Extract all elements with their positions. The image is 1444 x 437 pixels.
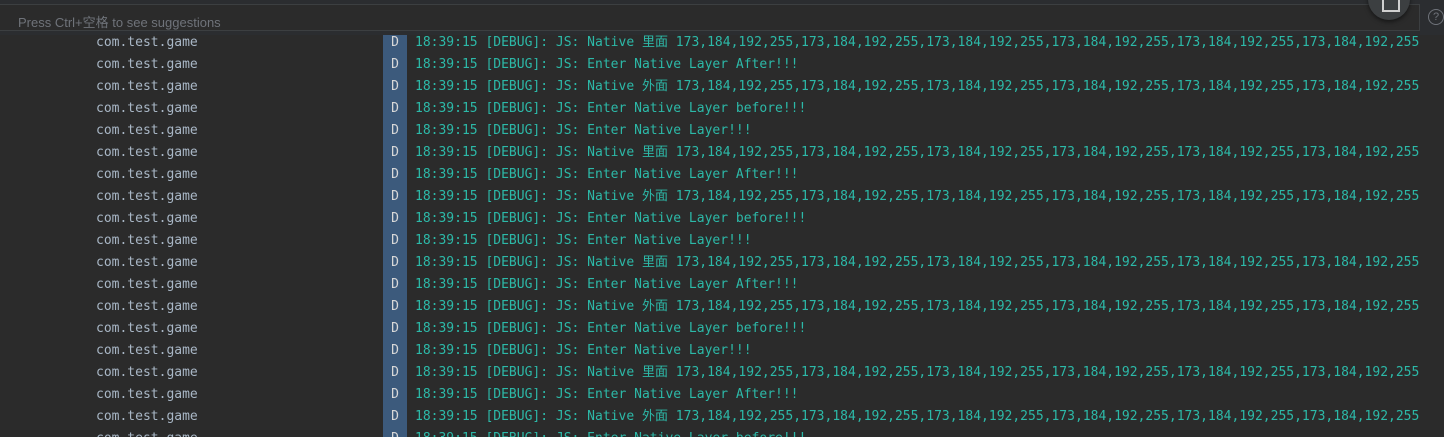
log-row[interactable]: com.test.game D 18:39:15 [DEBUG]: JS: Nati… bbox=[0, 252, 1444, 274]
log-row[interactable]: com.test.game D 18:39:15 [DEBUG]: JS: Ente… bbox=[0, 54, 1444, 76]
log-level: D bbox=[391, 57, 399, 72]
log-row[interactable]: com.test.game D 18:39:15 [DEBUG]: JS: Ente… bbox=[0, 384, 1444, 406]
help-icon[interactable]: ? bbox=[1428, 9, 1444, 25]
log-level: D bbox=[391, 189, 399, 204]
log-level: D bbox=[391, 299, 399, 314]
log-row[interactable]: com.test.game D 18:39:15 [DEBUG]: JS: Nati… bbox=[0, 362, 1444, 384]
log-package: com.test.game bbox=[96, 189, 198, 204]
log-message: 18:39:15 [DEBUG]: JS: Enter Native Layer… bbox=[415, 57, 799, 72]
log-level: D bbox=[391, 365, 399, 380]
log-package: com.test.game bbox=[96, 299, 198, 314]
log-message: 18:39:15 [DEBUG]: JS: Native 外面 173,184,… bbox=[415, 79, 1420, 94]
log-row[interactable]: com.test.game D 18:39:15 [DEBUG]: JS: Ente… bbox=[0, 98, 1444, 120]
log-package: com.test.game bbox=[96, 35, 198, 50]
log-package: com.test.game bbox=[96, 255, 198, 270]
log-message: 18:39:15 [DEBUG]: JS: Native 里面 173,184,… bbox=[415, 255, 1420, 270]
log-message: 18:39:15 [DEBUG]: JS: Native 里面 173,184,… bbox=[415, 35, 1420, 50]
log-message: 18:39:15 [DEBUG]: JS: Enter Native Layer… bbox=[415, 101, 807, 116]
log-level: D bbox=[391, 343, 399, 358]
log-level: D bbox=[391, 101, 399, 116]
log-message: 18:39:15 [DEBUG]: JS: Enter Native Layer… bbox=[415, 123, 752, 138]
log-level: D bbox=[391, 145, 399, 160]
log-level: D bbox=[391, 211, 399, 226]
log-message: 18:39:15 [DEBUG]: JS: Enter Native Layer… bbox=[415, 277, 799, 292]
log-package: com.test.game bbox=[96, 277, 198, 292]
log-level: D bbox=[391, 409, 399, 424]
log-package: com.test.game bbox=[96, 365, 198, 380]
log-package: com.test.game bbox=[96, 428, 198, 437]
log-package: com.test.game bbox=[96, 79, 198, 94]
log-package: com.test.game bbox=[96, 211, 198, 226]
log-level: D bbox=[391, 387, 399, 402]
log-message: 18:39:15 [DEBUG]: JS: Native 外面 173,184,… bbox=[415, 189, 1420, 204]
filter-field-frame bbox=[0, 4, 1420, 34]
log-level: D bbox=[391, 123, 399, 138]
log-level: D bbox=[391, 255, 399, 270]
log-message: 18:39:15 [DEBUG]: JS: Enter Native Layer… bbox=[415, 343, 752, 358]
log-message: 18:39:15 [DEBUG]: JS: Enter Native Layer… bbox=[415, 321, 807, 336]
log-message: 18:39:15 [DEBUG]: JS: Native 外面 173,184,… bbox=[415, 299, 1420, 314]
log-row[interactable]: com.test.game D 18:39:15 [DEBUG]: JS: Ente… bbox=[0, 164, 1444, 186]
save-icon bbox=[1382, 0, 1400, 12]
log-row[interactable]: com.test.game D 18:39:15 [DEBUG]: JS: Ente… bbox=[0, 340, 1444, 362]
log-row[interactable]: com.test.game D 18:39:15 [DEBUG]: JS: Ente… bbox=[0, 230, 1444, 252]
log-level: D bbox=[391, 233, 399, 248]
log-level: D bbox=[391, 35, 399, 50]
log-level: D bbox=[391, 167, 399, 182]
log-row[interactable]: com.test.game D 18:39:15 [DEBUG]: JS: Nati… bbox=[0, 186, 1444, 208]
log-package: com.test.game bbox=[96, 101, 198, 116]
log-level: D bbox=[391, 277, 399, 292]
log-message: 18:39:15 [DEBUG]: JS: Native 里面 173,184,… bbox=[415, 365, 1420, 380]
log-row[interactable]: com.test.game D 18:39:15 [DEBUG]: JS: Ente… bbox=[0, 120, 1444, 142]
log-level: D bbox=[391, 321, 399, 336]
log-row[interactable]: com.test.game D 18:39:15 [DEBUG]: JS: Ente… bbox=[0, 318, 1444, 340]
log-row[interactable]: com.test.game D 18:39:15 [DEBUG]: JS: Nati… bbox=[0, 76, 1444, 98]
log-package: com.test.game bbox=[96, 343, 198, 358]
log-row[interactable]: com.test.game D 18:39:15 [DEBUG]: JS: Ente… bbox=[0, 274, 1444, 296]
log-message: 18:39:15 [DEBUG]: JS: Enter Native Layer… bbox=[415, 387, 799, 402]
log-row[interactable]: com.test.game D 18:39:15 [DEBUG]: JS: Ente… bbox=[0, 428, 1444, 437]
log-package: com.test.game bbox=[96, 167, 198, 182]
log-message: 18:39:15 [DEBUG]: JS: Enter Native Layer… bbox=[415, 211, 807, 226]
log-message: 18:39:15 [DEBUG]: JS: Native 里面 173,184,… bbox=[415, 145, 1420, 160]
log-package: com.test.game bbox=[96, 387, 198, 402]
log-message: 18:39:15 [DEBUG]: JS: Enter Native Layer… bbox=[415, 167, 799, 182]
filter-query-input[interactable] bbox=[18, 10, 1408, 34]
log-row[interactable]: com.test.game D 18:39:15 [DEBUG]: JS: Nati… bbox=[0, 296, 1444, 318]
log-package: com.test.game bbox=[96, 57, 198, 72]
log-level: D bbox=[383, 428, 407, 437]
logcat-output[interactable]: com.test.game D 18:39:15 [DEBUG]: JS: Nati… bbox=[0, 33, 1444, 437]
log-package: com.test.game bbox=[96, 123, 198, 138]
log-message: 18:39:15 [DEBUG]: JS: Enter Native Layer… bbox=[415, 428, 806, 437]
logcat-filter-bar: ? bbox=[0, 0, 1444, 35]
log-row[interactable]: com.test.game D 18:39:15 [DEBUG]: JS: Nati… bbox=[0, 33, 1444, 54]
log-row[interactable]: com.test.game D 18:39:15 [DEBUG]: JS: Ente… bbox=[0, 208, 1444, 230]
log-row[interactable]: com.test.game D 18:39:15 [DEBUG]: JS: Nati… bbox=[0, 406, 1444, 428]
vertical-scrollbar[interactable] bbox=[1436, 33, 1444, 437]
log-message: 18:39:15 [DEBUG]: JS: Enter Native Layer… bbox=[415, 233, 752, 248]
log-level: D bbox=[391, 79, 399, 94]
log-package: com.test.game bbox=[96, 409, 198, 424]
log-package: com.test.game bbox=[96, 145, 198, 160]
log-message: 18:39:15 [DEBUG]: JS: Native 外面 173,184,… bbox=[415, 409, 1420, 424]
log-package: com.test.game bbox=[96, 321, 198, 336]
log-package: com.test.game bbox=[96, 233, 198, 248]
log-row[interactable]: com.test.game D 18:39:15 [DEBUG]: JS: Nati… bbox=[0, 142, 1444, 164]
